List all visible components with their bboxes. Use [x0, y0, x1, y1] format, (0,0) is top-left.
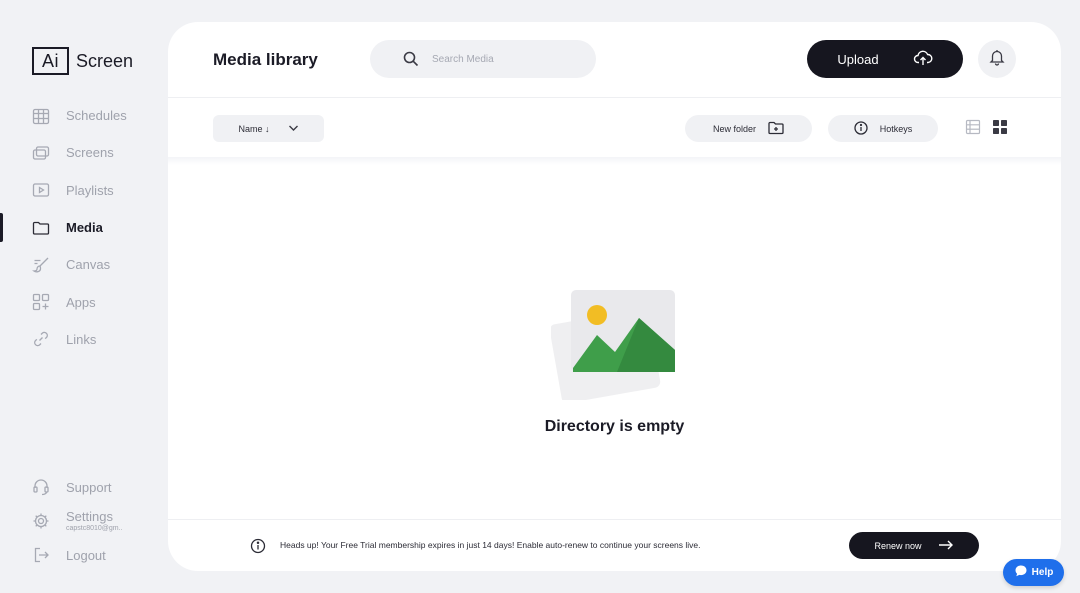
- trial-message: Heads up! Your Free Trial membership exp…: [280, 540, 701, 550]
- playlist-icon: [31, 180, 51, 200]
- sidebar-item-apps[interactable]: Apps: [0, 283, 168, 320]
- search-bar[interactable]: [370, 40, 596, 78]
- sidebar-item-label: Links: [66, 331, 97, 347]
- support-link[interactable]: Support: [0, 472, 168, 502]
- support-label: Support: [66, 479, 112, 495]
- sidebar-item-label: Media: [66, 220, 103, 236]
- screens-icon: [31, 143, 51, 163]
- gear-icon: [31, 511, 51, 531]
- logout-icon: [31, 545, 51, 565]
- logout-link[interactable]: Logout: [0, 540, 168, 570]
- sort-label: Name ↓: [238, 123, 270, 134]
- header: Media library Upload: [168, 22, 1061, 98]
- info-icon: [250, 538, 266, 559]
- folder-icon: [31, 218, 51, 238]
- new-folder-label: New folder: [712, 123, 757, 134]
- arrow-right-icon: [938, 540, 954, 552]
- trial-banner: Heads up! Your Free Trial membership exp…: [168, 519, 1061, 571]
- upload-button[interactable]: Upload: [807, 40, 963, 78]
- toolbar-divider: [168, 157, 1061, 165]
- renew-now-button[interactable]: Renew now: [849, 532, 979, 559]
- hotkeys-button[interactable]: Hotkeys: [828, 115, 938, 142]
- grid-view-icon[interactable]: [992, 119, 1008, 140]
- sidebar-item-canvas[interactable]: Canvas: [0, 246, 168, 283]
- calendar-grid-icon: [31, 106, 51, 126]
- sidebar-item-schedules[interactable]: Schedules: [0, 97, 168, 134]
- new-folder-button[interactable]: New folder: [685, 115, 812, 142]
- sidebar-item-screens[interactable]: Screens: [0, 134, 168, 171]
- main-panel: Media library Upload Name ↓: [168, 22, 1061, 571]
- bell-icon: [988, 48, 1006, 71]
- link-icon: [31, 329, 51, 349]
- notifications-button[interactable]: [978, 40, 1016, 78]
- settings-label: Settings: [66, 508, 113, 524]
- toolbar: Name ↓ New folder Hotkeys: [168, 99, 1061, 163]
- logo-text: Screen: [76, 50, 134, 71]
- search-input[interactable]: [432, 53, 582, 65]
- user-email: capstc8010@gm..: [66, 524, 123, 532]
- renew-label: Renew now: [874, 540, 922, 551]
- brush-icon: [31, 255, 51, 275]
- empty-state-message: Directory is empty: [544, 418, 685, 435]
- folder-plus-icon: [768, 121, 784, 137]
- search-icon: [402, 50, 420, 73]
- sidebar-item-label: Screens: [66, 145, 114, 161]
- sidebar-bottom: Support Settings capstc8010@gm.. Logout: [0, 472, 168, 574]
- logout-label: Logout: [66, 547, 106, 563]
- chevron-down-icon: [288, 124, 299, 134]
- apps-icon: [31, 292, 51, 312]
- sidebar-item-media[interactable]: Media: [0, 209, 168, 246]
- sidebar-item-label: Playlists: [66, 182, 114, 198]
- hotkeys-label: Hotkeys: [879, 123, 913, 134]
- sort-dropdown[interactable]: Name ↓: [213, 115, 324, 142]
- logo-box: Ai: [32, 47, 70, 75]
- info-icon: [854, 120, 868, 137]
- list-view-icon[interactable]: [965, 119, 981, 140]
- chat-bubble-icon: [1014, 564, 1028, 581]
- cloud-upload-icon: [913, 49, 933, 70]
- app-logo[interactable]: Ai Screen: [32, 47, 133, 75]
- sidebar-nav: Schedules Screens Playlists Media Canvas: [0, 97, 168, 358]
- help-label: Help: [1031, 567, 1054, 578]
- sidebar: Ai Screen Schedules Screens Playlists Me…: [0, 0, 168, 593]
- sidebar-item-label: Schedules: [66, 108, 127, 124]
- help-button[interactable]: Help: [1003, 559, 1064, 586]
- headset-icon: [31, 477, 51, 497]
- sidebar-item-playlists[interactable]: Playlists: [0, 172, 168, 209]
- sidebar-item-label: Canvas: [66, 257, 111, 273]
- settings-link[interactable]: Settings capstc8010@gm..: [0, 506, 168, 536]
- empty-image-icon: [549, 288, 679, 405]
- sidebar-item-links[interactable]: Links: [0, 321, 168, 358]
- page-title: Media library: [213, 50, 318, 69]
- upload-label: Upload: [837, 51, 879, 67]
- sidebar-item-label: Apps: [66, 294, 96, 310]
